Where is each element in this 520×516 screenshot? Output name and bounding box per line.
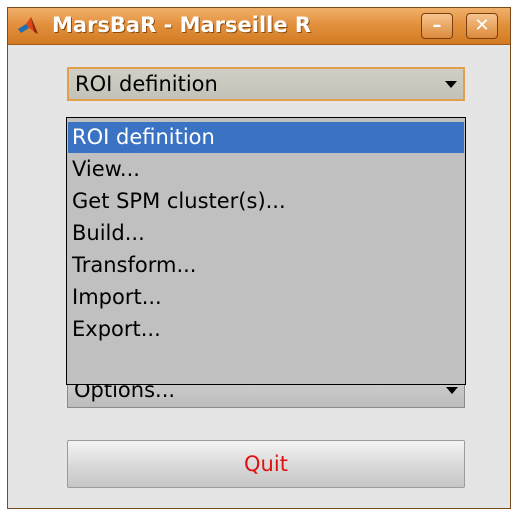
chevron-down-icon xyxy=(445,81,457,88)
menu-item-transform[interactable]: Transform... xyxy=(68,250,464,281)
menu-item-view[interactable]: View... xyxy=(68,154,464,185)
menu-item-get-spm-clusters[interactable]: Get SPM cluster(s)... xyxy=(68,186,464,217)
roi-dropdown-value: ROI definition xyxy=(75,72,218,96)
close-icon: ✕ xyxy=(474,15,490,36)
chevron-down-icon xyxy=(446,387,458,394)
marsbar-window: MarsBaR - Marseille R – ✕ Options... ROI… xyxy=(7,7,511,509)
menu-item-import[interactable]: Import... xyxy=(68,282,464,313)
title-bar[interactable]: MarsBaR - Marseille R – ✕ xyxy=(8,8,510,45)
menu-item-export[interactable]: Export... xyxy=(68,314,464,345)
close-button[interactable]: ✕ xyxy=(466,13,498,39)
quit-button[interactable]: Quit xyxy=(67,440,465,488)
minimize-button[interactable]: – xyxy=(421,13,453,39)
menu-item-build[interactable]: Build... xyxy=(68,218,464,249)
matlab-logo-icon xyxy=(18,17,38,34)
minimize-icon: – xyxy=(432,15,442,36)
roi-dropdown-list: ROI definition View... Get SPM cluster(s… xyxy=(66,117,466,385)
roi-definition-dropdown[interactable]: ROI definition xyxy=(67,67,465,101)
menu-item-roi-definition[interactable]: ROI definition xyxy=(68,122,464,153)
window-title: MarsBaR - Marseille R xyxy=(52,13,312,37)
quit-button-label: Quit xyxy=(244,452,288,476)
